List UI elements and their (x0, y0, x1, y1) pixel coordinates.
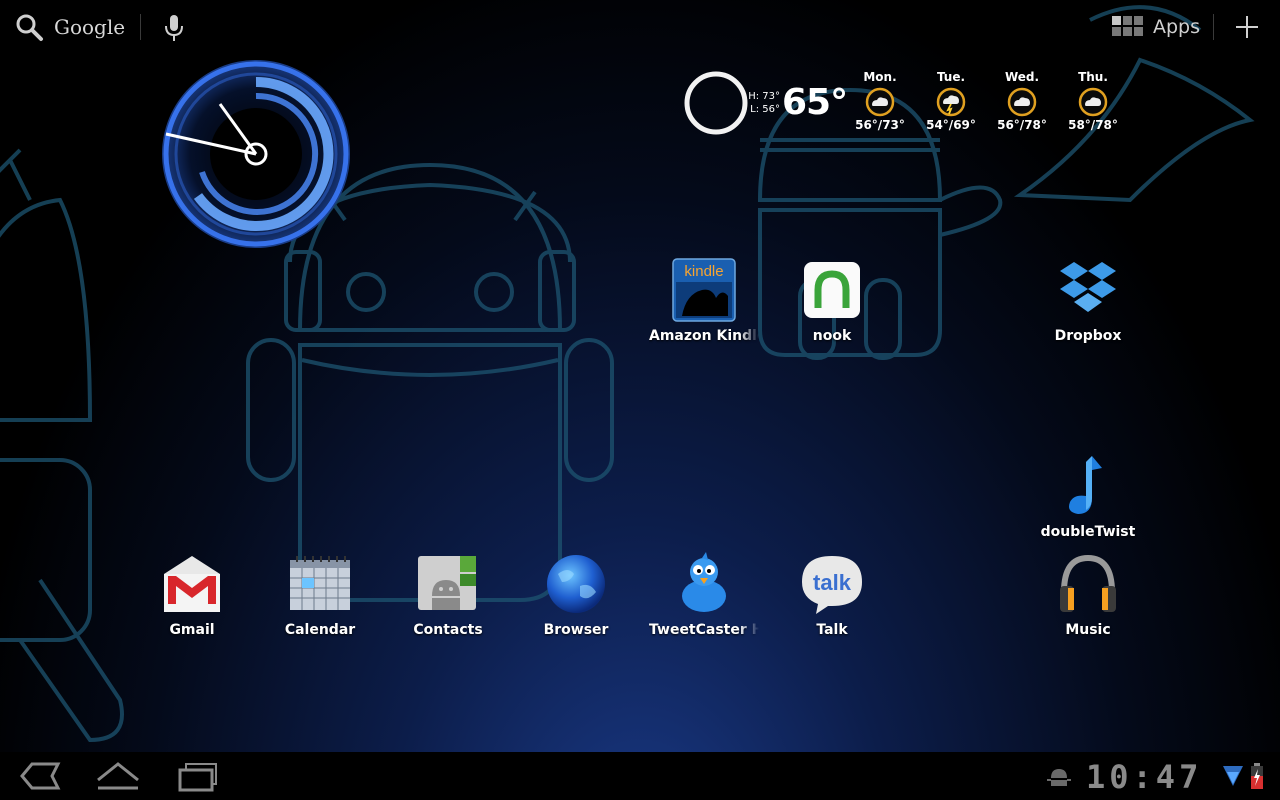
app-calendar[interactable]: Calendar (265, 552, 375, 652)
google-search-box[interactable]: Google (14, 10, 125, 44)
apps-label: Apps (1153, 16, 1201, 38)
forecast-day-name: Tue. (936, 70, 966, 84)
doubletwist-icon (1069, 456, 1102, 514)
contacts-icon (418, 556, 476, 610)
app-nook[interactable]: nook (777, 258, 887, 358)
app-tweetcaster[interactable]: TweetCaster HD (649, 552, 759, 652)
weather-ring-icon (684, 71, 748, 135)
cloudy-icon (1078, 87, 1108, 117)
weather-widget[interactable]: H: 73° L: 56° 65° Mon. 56°/73° Tue. 54°/… (680, 66, 1120, 150)
forecast-day-name: Mon. (863, 70, 897, 84)
bird-icon (682, 552, 726, 612)
app-dropbox[interactable]: Dropbox (1033, 258, 1143, 358)
divider (140, 14, 141, 40)
thunderstorm-icon (936, 87, 966, 117)
app-label: Gmail (169, 622, 215, 638)
divider (1213, 14, 1214, 40)
forecast-day: Tue. 54°/69° (916, 70, 986, 132)
dropbox-icon (1060, 262, 1116, 312)
forecast-day-name: Wed. (1004, 70, 1040, 84)
recent-apps-icon[interactable] (170, 756, 226, 796)
cloudy-icon (1007, 87, 1037, 117)
app-label: Contacts (413, 622, 483, 638)
system-bar: 10:47 (0, 752, 1280, 800)
app-label: Browser (543, 622, 609, 638)
android-debug-icon[interactable] (1046, 766, 1072, 788)
status-clock[interactable]: 10:47 (1086, 758, 1202, 796)
kindle-icon: kindle (672, 258, 736, 322)
home-icon[interactable] (90, 756, 146, 796)
app-label: TweetCaster HD (649, 622, 759, 638)
forecast-range: 56°/73° (855, 118, 905, 132)
app-label: Calendar (284, 622, 356, 638)
battery-charging-icon[interactable] (1250, 762, 1264, 790)
all-apps-button[interactable]: Apps (1112, 12, 1200, 42)
app-label: Dropbox (1054, 328, 1122, 344)
low-temp: L: 56° (750, 104, 780, 115)
high-temp: H: 73° (748, 91, 780, 102)
nook-icon (804, 262, 860, 318)
app-amazon-kindle[interactable]: kindle Amazon Kindle (649, 258, 759, 358)
cloudy-icon (865, 87, 895, 117)
forecast-day: Wed. 56°/78° (987, 70, 1057, 132)
app-talk[interactable]: talk Talk (777, 552, 887, 652)
headphones-icon (1060, 554, 1116, 612)
analog-clock-widget[interactable] (158, 56, 354, 252)
current-temp: 65° (782, 82, 848, 123)
app-label: doubleTwist (1040, 524, 1136, 540)
app-grid-icon (1112, 16, 1143, 36)
globe-icon (547, 555, 605, 613)
app-label: Music (1065, 622, 1111, 638)
forecast-day: Thu. 58°/78° (1058, 70, 1128, 132)
talk-icon: talk (802, 556, 862, 614)
app-music[interactable]: Music (1033, 552, 1143, 652)
kindle-icon-text: kindle (684, 263, 723, 280)
gmail-icon (164, 556, 220, 612)
home-screen[interactable]: Google Apps H: 73° L: 56° 65° Mon. 56°/7… (0, 0, 1280, 752)
high-low: H: 73° L: 56° (748, 90, 780, 116)
app-label: Amazon Kindle (649, 328, 759, 344)
forecast-day-name: Thu. (1078, 70, 1108, 84)
app-gmail[interactable]: Gmail (137, 552, 247, 652)
search-icon (16, 14, 43, 41)
forecast-range: 58°/78° (1068, 118, 1118, 132)
app-browser[interactable]: Browser (521, 552, 631, 652)
forecast-range: 56°/78° (997, 118, 1047, 132)
calendar-icon (290, 556, 350, 610)
plus-icon[interactable] (1232, 12, 1262, 42)
forecast-range: 54°/69° (926, 118, 976, 132)
talk-icon-text: talk (813, 570, 852, 595)
app-label: nook (812, 328, 852, 344)
app-label: Talk (816, 622, 848, 638)
back-icon[interactable] (12, 756, 68, 796)
app-contacts[interactable]: Contacts (393, 552, 503, 652)
wifi-signal-icon[interactable] (1222, 764, 1244, 788)
search-label: Google (54, 15, 126, 39)
microphone-icon[interactable] (160, 12, 188, 44)
forecast-day: Mon. 56°/73° (845, 70, 915, 132)
app-doubletwist[interactable]: doubleTwist (1033, 454, 1143, 554)
